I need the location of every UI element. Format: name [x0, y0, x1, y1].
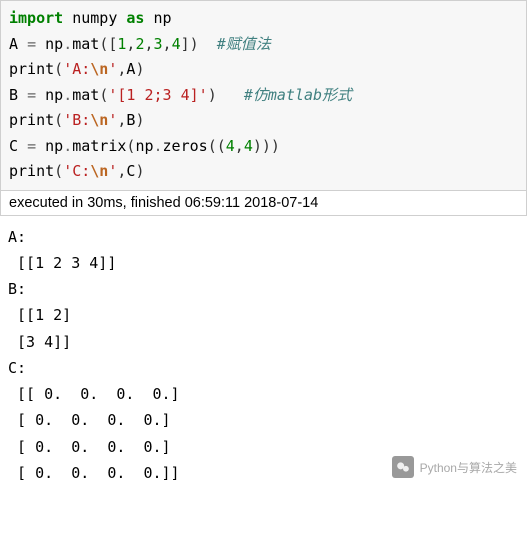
paren-close: )	[208, 86, 217, 104]
comma: ,	[144, 35, 153, 53]
str-quote: '	[63, 162, 72, 180]
paren-close: )	[135, 60, 144, 78]
num: 4	[172, 35, 181, 53]
num: 4	[226, 137, 235, 155]
op-eq: =	[27, 86, 36, 104]
alias: np	[154, 9, 172, 27]
paren-open: (	[99, 35, 108, 53]
kw-as: as	[126, 9, 144, 27]
op-eq: =	[27, 35, 36, 53]
fn-mat: mat	[72, 86, 99, 104]
paren-close: )	[135, 162, 144, 180]
comment: #赋值法	[217, 35, 271, 53]
fn-print: print	[9, 60, 54, 78]
kw-import: import	[9, 9, 63, 27]
wechat-icon	[392, 456, 414, 478]
str-escape: \n	[90, 60, 108, 78]
np: np	[45, 35, 63, 53]
bracket-close: ]	[181, 35, 190, 53]
paren-close: )	[135, 111, 144, 129]
paren-close: )	[262, 137, 271, 155]
fn-print: print	[9, 162, 54, 180]
paren-close: )	[271, 137, 280, 155]
str-body: A:	[72, 60, 90, 78]
paren-open: (	[217, 137, 226, 155]
fn-matrix: matrix	[72, 137, 126, 155]
fn-mat: mat	[72, 35, 99, 53]
str-escape: \n	[90, 111, 108, 129]
comma: ,	[235, 137, 244, 155]
str-quote: '	[63, 111, 72, 129]
dot: .	[154, 137, 163, 155]
str-body: C:	[72, 162, 90, 180]
num: 4	[244, 137, 253, 155]
op-eq: =	[27, 137, 36, 155]
var-a: A	[9, 35, 18, 53]
str-quote: '	[63, 60, 72, 78]
output-cell: A: [[1 2 3 4]] B: [[1 2] [3 4]] C: [[ 0.…	[0, 216, 527, 497]
num: 3	[154, 35, 163, 53]
np: np	[45, 86, 63, 104]
fn-print: print	[9, 111, 54, 129]
paren-close: )	[190, 35, 199, 53]
fn-zeros: zeros	[163, 137, 208, 155]
np: np	[45, 137, 63, 155]
watermark-text: Python与算法之美	[420, 459, 517, 476]
str-escape: \n	[90, 162, 108, 180]
var-c: C	[9, 137, 18, 155]
paren-open: (	[99, 86, 108, 104]
str-body: B:	[72, 111, 90, 129]
paren-open: (	[54, 162, 63, 180]
dot: .	[63, 137, 72, 155]
dot: .	[63, 35, 72, 53]
paren-open: (	[54, 111, 63, 129]
str: '[1 2;3 4]'	[108, 86, 207, 104]
comment: #仿matlab形式	[244, 86, 352, 104]
dot: .	[63, 86, 72, 104]
paren-open: (	[54, 60, 63, 78]
code-cell: import numpy as np A = np.mat([1,2,3,4])…	[0, 0, 527, 191]
paren-close: )	[253, 137, 262, 155]
module-name: numpy	[72, 9, 117, 27]
comma: ,	[163, 35, 172, 53]
var-b: B	[9, 86, 18, 104]
watermark: Python与算法之美	[392, 456, 517, 478]
paren-open: (	[208, 137, 217, 155]
np: np	[135, 137, 153, 155]
execution-status: executed in 30ms, finished 06:59:11 2018…	[0, 191, 527, 216]
